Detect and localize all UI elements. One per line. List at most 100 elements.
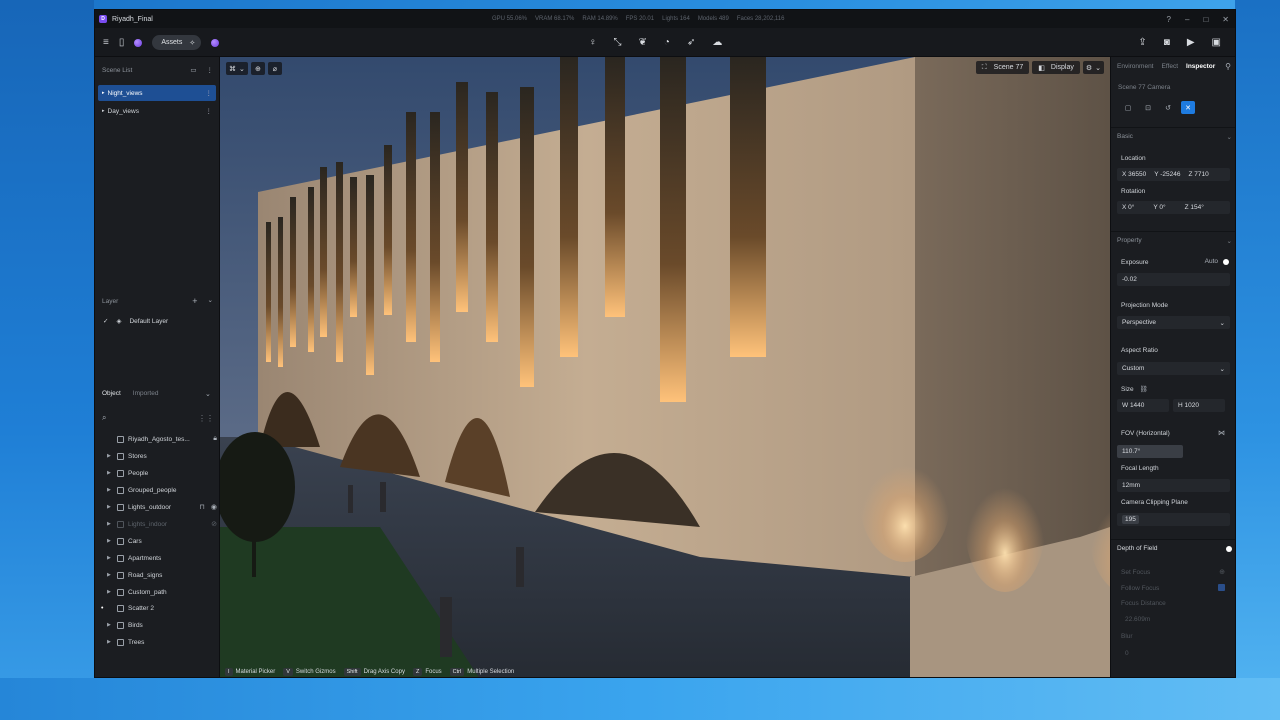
- close-icon[interactable]: ✕: [1222, 15, 1229, 24]
- camera-lock-icon[interactable]: ✕: [1181, 101, 1195, 114]
- ai-orb-icon[interactable]: [211, 38, 220, 47]
- size-height-input[interactable]: H 1020: [1173, 399, 1225, 412]
- more-icon[interactable]: ⋮: [206, 89, 213, 97]
- fov-slider[interactable]: 110.7°: [1117, 445, 1183, 458]
- tree-item-birds[interactable]: ▶ Birds: [107, 618, 217, 632]
- focus-frame-icon[interactable]: ⊡: [1141, 101, 1155, 114]
- help-icon[interactable]: ?: [1167, 15, 1171, 24]
- expand-icon[interactable]: ▶: [107, 453, 115, 459]
- picker-button[interactable]: ⌀: [267, 62, 282, 75]
- tree-item-riyadh[interactable]: Riyadh_Agosto_tes... 🔒︎: [107, 432, 217, 446]
- unlink-icon[interactable]: ⛓: [1139, 386, 1147, 393]
- target-icon[interactable]: ⊕: [1219, 568, 1225, 576]
- animation-icon[interactable]: ◔: [664, 37, 670, 48]
- leaf-icon[interactable]: ❦: [639, 37, 647, 48]
- object-search[interactable]: ⌕ ⋮⋮: [102, 412, 214, 424]
- fov-lock-icon[interactable]: ⋈: [1218, 429, 1225, 437]
- menu-icon[interactable]: ≡: [103, 37, 109, 48]
- 3d-viewport[interactable]: ⌘ ⌄ ⊕ ⌀ ⛶ Scene 77 ◧ Display ⚙ ⌄ I Material…: [220, 57, 1110, 677]
- tab-inspector[interactable]: Inspector: [1186, 63, 1215, 70]
- assets-button[interactable]: Assets ✧: [152, 35, 202, 50]
- add-scene-icon[interactable]: ▭: [190, 66, 196, 74]
- globe-button[interactable]: ⊕: [250, 62, 265, 75]
- rotation-z[interactable]: Z 154°: [1185, 204, 1204, 211]
- reset-icon[interactable]: ↺: [1161, 101, 1175, 114]
- lock-icon[interactable]: 🔒︎: [213, 435, 217, 443]
- property-section[interactable]: Property ⌄: [1111, 231, 1235, 249]
- tree-item-cars[interactable]: ▶ Cars: [107, 534, 217, 548]
- plugin-icon[interactable]: [134, 38, 143, 47]
- tab-environment[interactable]: Environment: [1117, 63, 1154, 70]
- size-width-input[interactable]: W 1440: [1117, 399, 1169, 412]
- expand-icon[interactable]: ▶: [107, 639, 115, 645]
- exposure-input[interactable]: -0.02: [1117, 273, 1230, 286]
- expand-icon[interactable]: ▶: [107, 470, 115, 476]
- depth-of-field-section[interactable]: Depth of Field: [1111, 539, 1235, 557]
- tree-item-lights-outdoor[interactable]: ▶ Lights_outdoor ⊓ ◉: [107, 500, 217, 514]
- expand-icon[interactable]: ▶: [107, 487, 115, 493]
- path-tool-icon[interactable]: ⤡: [614, 37, 622, 48]
- checkbox-icon[interactable]: [1218, 584, 1225, 591]
- chevron-down-icon[interactable]: ⌄: [208, 296, 213, 306]
- expand-icon[interactable]: ▶: [107, 521, 115, 527]
- hidden-eye-icon[interactable]: ⊘: [211, 520, 217, 528]
- location-z[interactable]: Z 7710: [1188, 171, 1208, 178]
- default-layer-row[interactable]: ✓ ◈ Default Layer: [103, 317, 168, 326]
- projection-select[interactable]: Perspective ⌄: [1117, 316, 1230, 329]
- scene-more-icon[interactable]: ⋮: [207, 66, 214, 74]
- light-bulb-icon[interactable]: ♀: [589, 37, 597, 48]
- lock-icon[interactable]: ⊓: [199, 503, 204, 511]
- cloud-icon[interactable]: ☁: [712, 37, 722, 48]
- tree-item-custom-path[interactable]: ▶ Custom_path: [107, 585, 217, 599]
- tree-item-stores[interactable]: ▶ Stores: [107, 449, 217, 463]
- dof-toggle-icon[interactable]: [1226, 545, 1232, 552]
- tree-item-apartments[interactable]: ▶ Apartments: [107, 551, 217, 565]
- object-panel-chevron-icon[interactable]: ⌄: [205, 390, 211, 398]
- grid-icon[interactable]: ⋮⋮: [198, 414, 214, 423]
- tree-item-scatter[interactable]: • Scatter 2: [101, 601, 217, 615]
- square-icon[interactable]: ▢: [1121, 101, 1135, 114]
- location-x[interactable]: X 36550: [1122, 171, 1146, 178]
- scene-item-night-views[interactable]: ▸ Night_views ⋮: [98, 85, 216, 101]
- expand-icon[interactable]: ▶: [107, 555, 115, 561]
- visibility-icon[interactable]: ◉: [211, 503, 217, 511]
- expand-icon[interactable]: ▶: [107, 504, 115, 510]
- focal-length-input[interactable]: 12mm: [1117, 479, 1230, 492]
- rotation-y[interactable]: Y 0°: [1153, 204, 1165, 211]
- minimize-icon[interactable]: –: [1185, 15, 1189, 24]
- location-y[interactable]: Y -25246: [1154, 171, 1180, 178]
- expand-icon[interactable]: ▶: [107, 572, 115, 578]
- tree-item-people[interactable]: ▶ People: [107, 466, 217, 480]
- more-icon[interactable]: ⋮: [206, 107, 213, 115]
- file-icon[interactable]: ▯: [119, 37, 125, 48]
- camera-settings-button[interactable]: ⚙ ⌄: [1082, 61, 1104, 74]
- export-icon[interactable]: ⇪: [1138, 37, 1146, 48]
- tree-item-road-signs[interactable]: ▶ Road_signs: [107, 568, 217, 582]
- camera-icon[interactable]: ◙: [1164, 37, 1170, 48]
- rotation-x[interactable]: X 0°: [1122, 204, 1134, 211]
- video-icon[interactable]: ▶: [1187, 37, 1195, 48]
- tab-imported[interactable]: Imported: [133, 390, 159, 397]
- aspect-select[interactable]: Custom ⌄: [1117, 362, 1230, 375]
- expand-icon[interactable]: ▶: [107, 538, 115, 544]
- display-button[interactable]: ◧ Display: [1032, 61, 1080, 74]
- expand-icon[interactable]: ▶: [107, 589, 115, 595]
- expand-icon[interactable]: ▶: [107, 622, 115, 628]
- clipping-input[interactable]: 195: [1117, 513, 1230, 526]
- tab-object[interactable]: Object: [102, 390, 121, 397]
- tree-item-trees[interactable]: ▶ Trees: [107, 635, 217, 649]
- add-layer-icon[interactable]: +: [192, 296, 197, 306]
- tree-item-grouped-people[interactable]: ▶ Grouped_people: [107, 483, 217, 497]
- tree-item-lights-indoor[interactable]: ▶ Lights_indoor ⊘: [107, 517, 217, 531]
- maximize-icon[interactable]: □: [1203, 15, 1208, 24]
- pin-icon[interactable]: ⚲: [1225, 62, 1231, 71]
- pointer-tool-icon[interactable]: ➶: [687, 37, 695, 48]
- scene-camera-button[interactable]: ⛶ Scene 77: [975, 61, 1030, 74]
- basic-section[interactable]: Basic ⌄: [1111, 127, 1235, 145]
- location-fields[interactable]: X 36550 Y -25246 Z 7710: [1117, 168, 1230, 181]
- image-icon[interactable]: ▣: [1212, 37, 1221, 48]
- scene-item-day-views[interactable]: ▸ Day_views ⋮: [98, 103, 216, 119]
- transform-gizmo-button[interactable]: ⌘ ⌄: [226, 62, 248, 75]
- rotation-fields[interactable]: X 0° Y 0° Z 154°: [1117, 201, 1230, 214]
- tab-effect[interactable]: Effect: [1162, 63, 1179, 70]
